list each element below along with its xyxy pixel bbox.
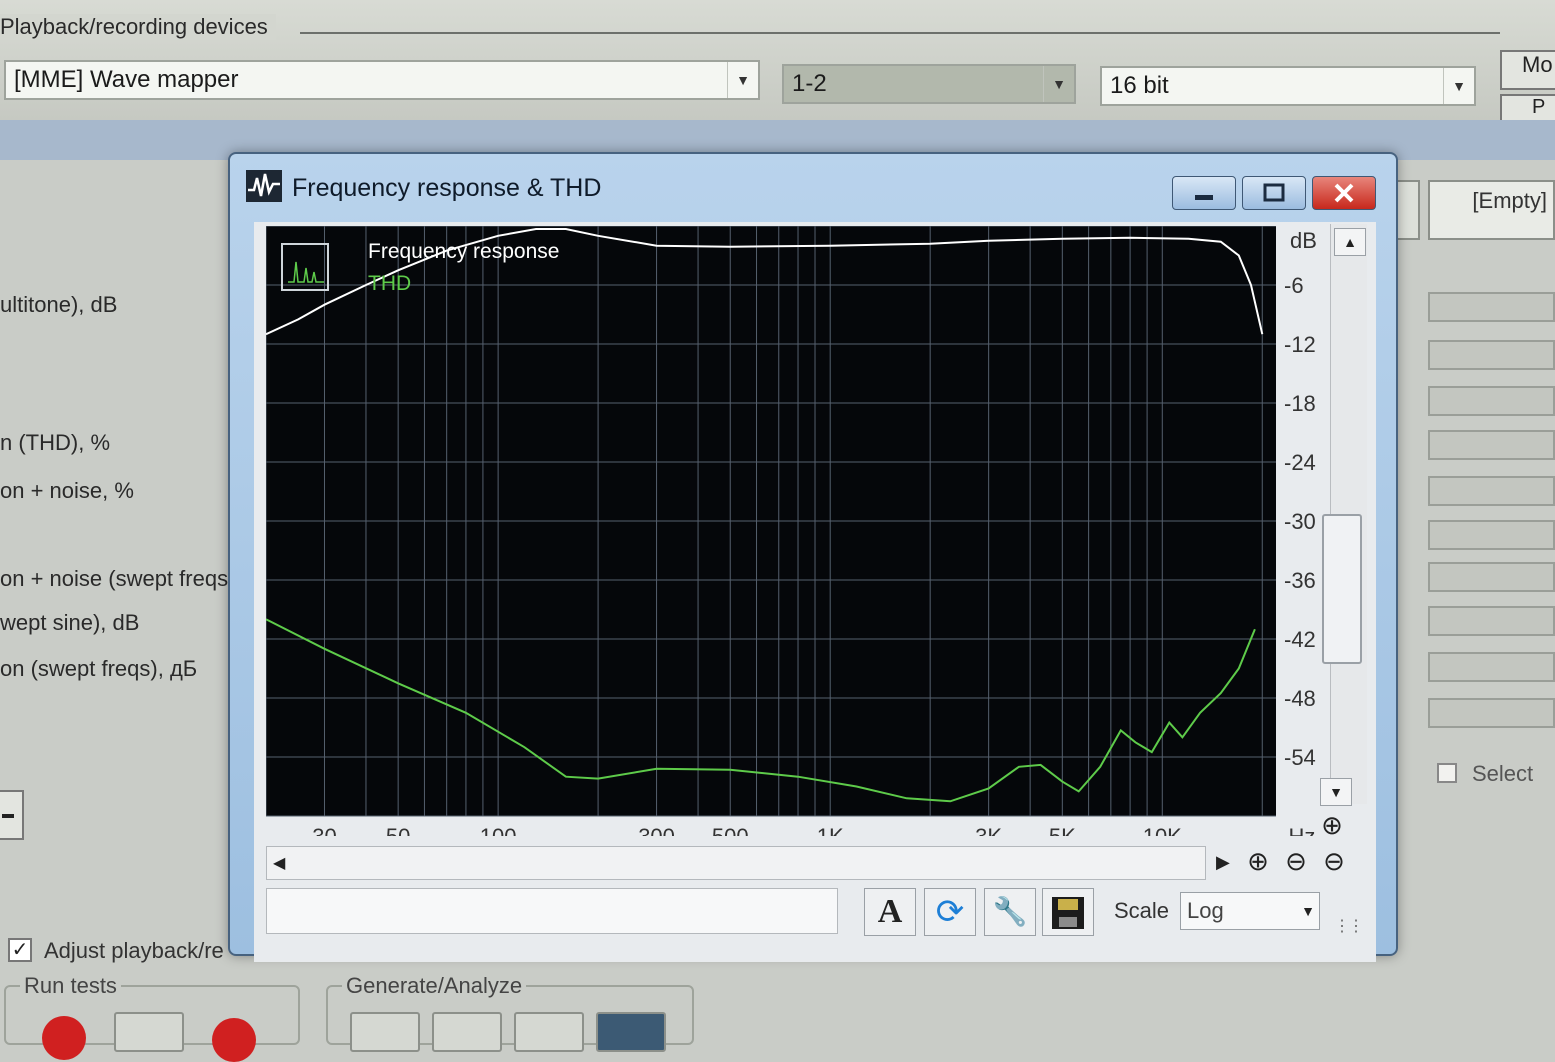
x-tick-label: 50	[386, 824, 410, 836]
device-select[interactable]: [MME] Wave mapper ▼	[4, 60, 760, 100]
y-tick-label: -36	[1284, 568, 1316, 593]
floppy-icon	[1052, 897, 1084, 929]
bit-depth-select-value: 16 bit	[1110, 72, 1169, 99]
generate-analyze-title: Generate/Analyze	[342, 973, 527, 999]
y-tick-label: -48	[1284, 686, 1316, 711]
window-title: Frequency response & THD	[292, 174, 602, 202]
scale-select[interactable]: Log ▼	[1180, 892, 1320, 930]
run-tests-title: Run tests	[20, 973, 121, 999]
result-cell	[1428, 430, 1555, 460]
group-divider	[300, 32, 1500, 34]
bit-depth-select[interactable]: 16 bit ▼	[1100, 66, 1476, 106]
chevron-down-icon[interactable]: ▼	[1301, 893, 1315, 929]
y-unit-label: dB	[1290, 228, 1317, 253]
waveform-icon	[246, 170, 282, 202]
scroll-up-icon[interactable]: ▲	[1334, 228, 1366, 256]
chevron-down-icon[interactable]: ▼	[1043, 66, 1074, 102]
x-tick-label: 30	[312, 824, 336, 836]
minimize-button[interactable]	[1172, 176, 1236, 210]
x-tick-label: 500	[712, 824, 749, 836]
test-item-label[interactable]: ultitone), dB	[0, 292, 117, 318]
x-tick-label: 5K	[1049, 824, 1076, 836]
scroll-left-icon[interactable]: ◀	[273, 853, 285, 873]
meter-button[interactable]	[596, 1012, 666, 1052]
mode-button[interactable]: Mo	[1500, 50, 1555, 90]
close-button[interactable]	[1312, 176, 1376, 210]
test-item-label[interactable]: on + noise (swept freqs	[0, 566, 228, 592]
record-icon[interactable]	[42, 1016, 86, 1060]
test-item-label[interactable]: wept sine), dB	[0, 610, 139, 636]
y-tick-label: -18	[1284, 391, 1316, 416]
adjust-checkbox[interactable]: ✓	[8, 938, 32, 962]
channels-select-value: 1-2	[792, 70, 827, 97]
frequency-response-window: Frequency response & THD Frequency respo…	[228, 152, 1398, 962]
scale-select-value: Log	[1187, 898, 1224, 923]
test-item-label[interactable]: n (THD), %	[0, 430, 110, 456]
y-tick-label: -6	[1284, 273, 1304, 298]
result-cell-label: [Empty]	[1472, 188, 1547, 213]
analyze-button[interactable]	[432, 1012, 502, 1052]
zoom-in-x-icon[interactable]: ⊕	[1242, 846, 1274, 878]
refresh-icon[interactable]: ⟳	[924, 888, 976, 936]
generate-button[interactable]	[350, 1012, 420, 1052]
collapse-button[interactable]	[0, 790, 24, 840]
save-icon[interactable]	[1042, 888, 1094, 936]
y-tick-label: -30	[1284, 509, 1316, 534]
result-cell	[1428, 386, 1555, 416]
result-cell	[1428, 698, 1555, 728]
result-cell	[1428, 476, 1555, 506]
x-unit-label: Hz	[1289, 824, 1316, 836]
font-icon[interactable]: A	[864, 888, 916, 936]
settings-wrench-icon[interactable]: 🔧	[984, 888, 1036, 936]
result-cell	[1428, 520, 1555, 550]
resize-grip-icon[interactable]: ⋮⋮	[1334, 916, 1364, 936]
zoom-in-y-icon[interactable]: ⊕	[1316, 810, 1348, 842]
result-cell	[1428, 340, 1555, 370]
properties-button-label: P	[1532, 96, 1546, 118]
zoom-reset-icon[interactable]: ⊖	[1318, 846, 1350, 878]
close-icon	[1334, 183, 1354, 203]
x-tick-label: 10K	[1143, 824, 1182, 836]
mode-button-label: Mo	[1522, 52, 1553, 77]
legend-label: Frequency response	[368, 240, 559, 263]
horizontal-scrollbar[interactable]: ◀	[266, 846, 1206, 880]
minimize-icon	[1195, 195, 1213, 200]
x-tick-label: 3K	[975, 824, 1002, 836]
stop-icon[interactable]	[212, 1018, 256, 1062]
status-field[interactable]	[266, 888, 838, 934]
y-tick-label: -42	[1284, 627, 1316, 652]
test-item-label[interactable]: on + noise, %	[0, 478, 134, 504]
group-title-devices: Playback/recording devices	[0, 14, 276, 40]
channels-select[interactable]: 1-2 ▼	[782, 64, 1076, 104]
adjust-label: Adjust playback/re	[44, 938, 224, 963]
result-cell-empty: [Empty]	[1428, 180, 1555, 240]
y-tick-label: -54	[1284, 745, 1316, 770]
scale-label: Scale	[1114, 898, 1170, 923]
result-cell	[1428, 652, 1555, 682]
result-cell	[1428, 292, 1555, 322]
maximize-icon	[1263, 183, 1285, 202]
y-tick-label: -12	[1284, 332, 1316, 357]
frequency-response-chart: Frequency response THD 30 50 100 300 500 1K 3K 5K…	[266, 226, 1317, 836]
result-cell	[1428, 606, 1555, 636]
zoom-out-x-icon[interactable]: ⊖	[1280, 846, 1312, 878]
spectrum-button[interactable]	[514, 1012, 584, 1052]
maximize-button[interactable]	[1242, 176, 1306, 210]
x-tick-label: 100	[480, 824, 517, 836]
scroll-down-icon[interactable]: ▼	[1320, 778, 1352, 806]
run-button[interactable]	[114, 1012, 184, 1052]
y-tick-label: -24	[1284, 450, 1316, 475]
legend-label: THD	[368, 272, 411, 295]
select-checkbox[interactable]	[1437, 763, 1457, 783]
x-tick-label: 1K	[817, 824, 844, 836]
device-select-value: [MME] Wave mapper	[14, 66, 239, 93]
vertical-scroll-thumb[interactable]	[1322, 514, 1362, 664]
result-cell	[1428, 562, 1555, 592]
chevron-down-icon[interactable]: ▼	[1443, 68, 1474, 104]
scroll-right-icon[interactable]: ▶	[1216, 852, 1230, 873]
x-tick-label: 300	[638, 824, 675, 836]
test-item-label[interactable]: on (swept freqs), дБ	[0, 656, 197, 682]
chevron-down-icon[interactable]: ▼	[727, 62, 758, 98]
select-label: Select	[1472, 761, 1534, 786]
